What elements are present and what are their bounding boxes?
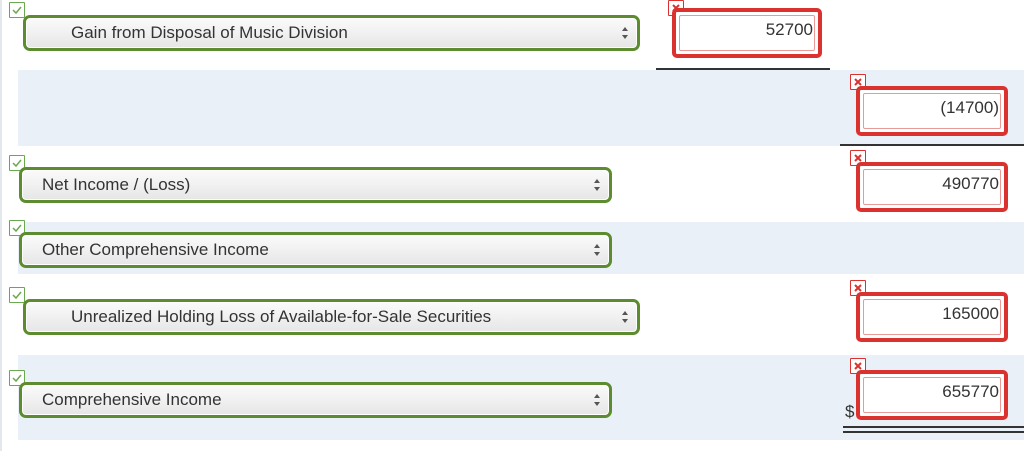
row1-amount-input[interactable]: 52700 (672, 8, 822, 58)
left-border (0, 0, 2, 451)
select-arrows-icon (594, 179, 600, 191)
underline (656, 68, 830, 70)
row5-amount-input[interactable]: 165000 (856, 292, 1008, 342)
check-icon (9, 2, 25, 18)
row1-amount-value: 52700 (765, 20, 813, 39)
row6-amount-input[interactable]: 655770 (856, 370, 1008, 420)
row1-account-select[interactable]: Gain from Disposal of Music Division (23, 15, 640, 51)
currency-symbol: $ (845, 402, 855, 421)
double-underline-top (843, 426, 1024, 428)
row2-amount-value: (14700) (940, 98, 999, 117)
double-underline-bottom (843, 431, 1024, 433)
row3-amount-input[interactable]: 490770 (856, 162, 1008, 212)
check-icon (9, 287, 25, 303)
row6-account-select[interactable]: Comprehensive Income (19, 382, 612, 418)
select-arrows-icon (622, 311, 628, 323)
row1-account-label: Gain from Disposal of Music Division (71, 23, 348, 42)
row3-account-select[interactable]: Net Income / (Loss) (19, 167, 612, 203)
row5-account-label: Unrealized Holding Loss of Available-for… (71, 307, 492, 326)
row2-amount-input[interactable]: (14700) (856, 86, 1008, 136)
row3-amount-value: 490770 (942, 174, 999, 193)
select-arrows-icon (594, 244, 600, 256)
row5-amount-value: 165000 (942, 304, 999, 323)
row3-account-label: Net Income / (Loss) (42, 175, 191, 194)
row4-account-select[interactable]: Other Comprehensive Income (19, 232, 612, 268)
row6-amount-value: 655770 (942, 382, 999, 401)
row6-account-label: Comprehensive Income (42, 390, 222, 409)
select-arrows-icon (594, 394, 600, 406)
row4-account-label: Other Comprehensive Income (42, 240, 269, 259)
row5-account-select[interactable]: Unrealized Holding Loss of Available-for… (23, 299, 640, 335)
select-arrows-icon (622, 27, 628, 39)
underline (840, 144, 1024, 146)
